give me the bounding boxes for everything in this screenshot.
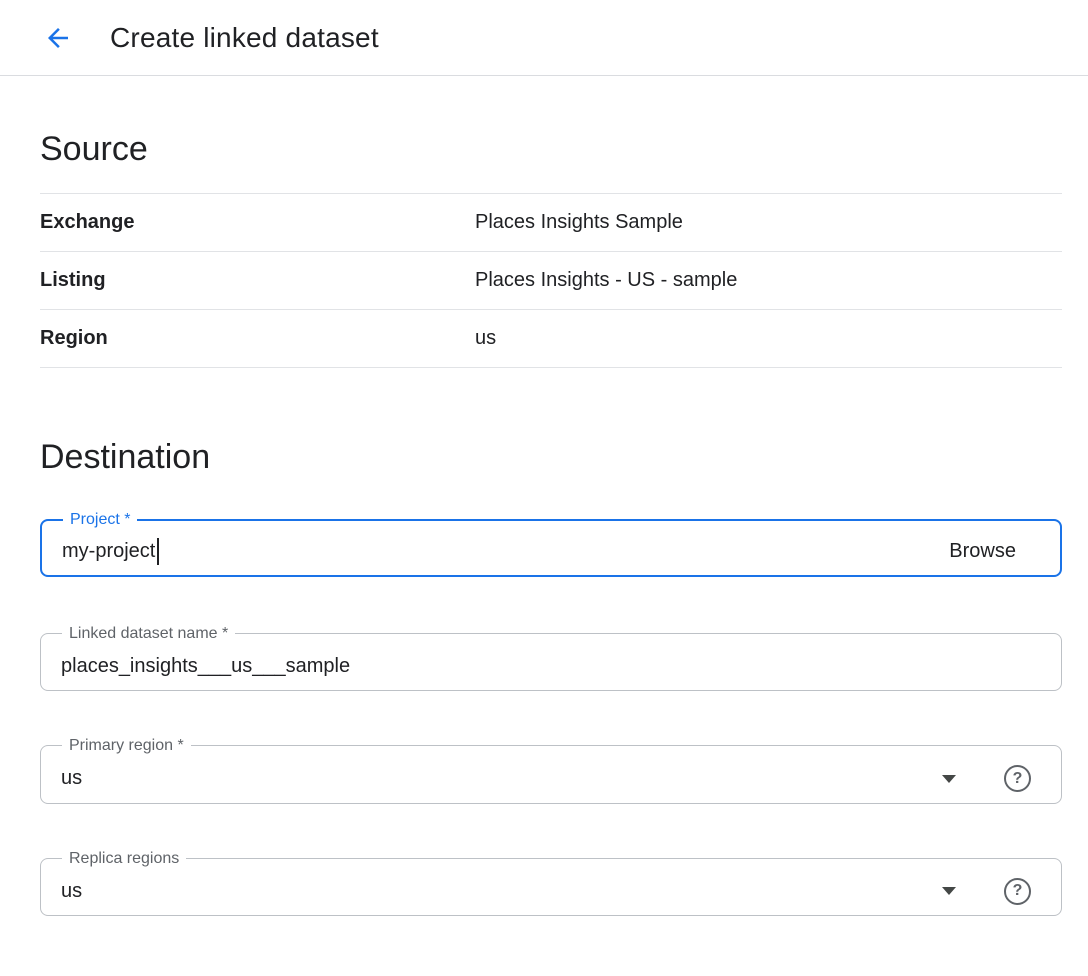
browse-button[interactable]: Browse <box>949 540 1040 563</box>
project-field-label: Project * <box>63 511 137 529</box>
exchange-label: Exchange <box>40 211 475 234</box>
primary-region-select[interactable]: Primary region * us ? <box>40 737 1062 804</box>
arrow-back-icon <box>43 23 73 53</box>
destination-heading: Destination <box>40 438 1062 477</box>
project-input[interactable]: my-project <box>62 538 159 565</box>
header: Create linked dataset <box>0 0 1088 76</box>
linked-dataset-name-value[interactable]: places_insights___us___sample <box>61 655 350 678</box>
chevron-down-icon[interactable] <box>942 775 956 783</box>
project-value: my-project <box>62 540 155 563</box>
project-field[interactable]: Project * my-project Browse <box>40 511 1062 577</box>
help-icon[interactable]: ? <box>1004 765 1031 792</box>
table-row-exchange: Exchange Places Insights Sample <box>40 194 1062 252</box>
chevron-down-icon[interactable] <box>942 887 956 895</box>
linked-dataset-name-label: Linked dataset name * <box>62 625 235 643</box>
text-cursor <box>157 538 159 565</box>
table-row-region: Region us <box>40 310 1062 368</box>
page-title: Create linked dataset <box>110 22 379 54</box>
source-table: Exchange Places Insights Sample Listing … <box>40 193 1062 368</box>
main-content: Source Exchange Places Insights Sample L… <box>0 130 1088 916</box>
primary-region-label: Primary region * <box>62 737 191 755</box>
primary-region-value: us <box>61 767 82 790</box>
exchange-value: Places Insights Sample <box>475 211 683 234</box>
replica-regions-value: us <box>61 880 82 903</box>
replica-regions-select[interactable]: Replica regions us ? <box>40 850 1062 917</box>
region-value: us <box>475 327 496 350</box>
help-icon[interactable]: ? <box>1004 878 1031 905</box>
linked-dataset-name-field[interactable]: Linked dataset name * places_insights___… <box>40 625 1062 692</box>
table-row-listing: Listing Places Insights - US - sample <box>40 252 1062 310</box>
listing-value: Places Insights - US - sample <box>475 269 737 292</box>
region-label: Region <box>40 327 475 350</box>
replica-regions-label: Replica regions <box>62 850 186 868</box>
listing-label: Listing <box>40 269 475 292</box>
source-heading: Source <box>40 130 1062 169</box>
back-button[interactable] <box>34 14 82 62</box>
